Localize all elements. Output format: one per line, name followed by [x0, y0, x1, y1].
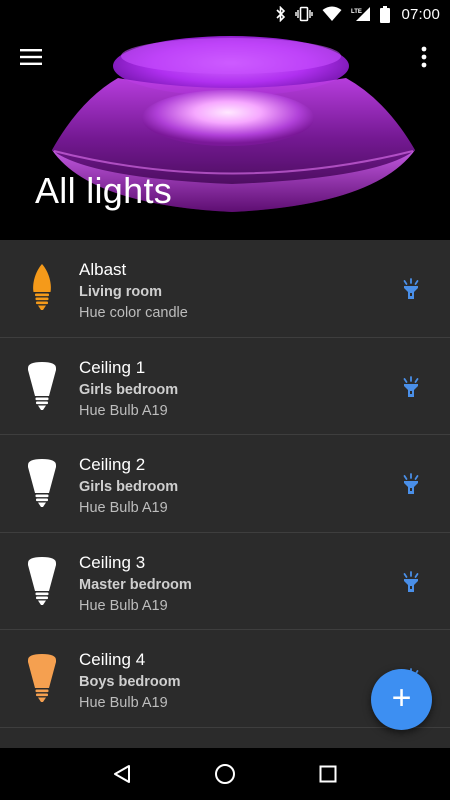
light-row-text: Albast Living room Hue color candle — [79, 260, 188, 323]
light-model: Hue Bulb A19 — [79, 597, 168, 614]
light-room: Master bedroom — [79, 576, 192, 593]
add-icon: + — [391, 679, 412, 717]
nav-home-button[interactable] — [201, 750, 249, 798]
light-room: Boys bedroom — [79, 674, 181, 690]
light-row-text: Ceiling 4 Boys bedroom Hue Bulb A19 — [79, 650, 181, 713]
flashlight-icon — [403, 570, 419, 592]
hamburger-menu-button[interactable] — [12, 38, 50, 76]
lte-signal-icon: LTE — [351, 7, 371, 21]
flashlight-icon — [403, 375, 419, 397]
light-room: Girls bedroom — [79, 381, 179, 398]
a19-bulb-icon — [28, 361, 56, 410]
flashlight-icon — [403, 278, 419, 299]
light-room: Living room — [79, 284, 162, 300]
bluetooth-icon — [276, 6, 286, 22]
light-room: Girls bedroom — [79, 479, 179, 495]
a19-bulb-icon — [28, 654, 56, 702]
flashlight-icon — [403, 473, 419, 494]
recents-icon — [319, 765, 337, 783]
status-time: 07:00 — [401, 5, 440, 23]
light-name: Albast — [79, 260, 127, 279]
overflow-menu-button[interactable] — [406, 38, 442, 76]
light-list: Albast Living room Hue color candle Ceiling… — [0, 240, 450, 748]
light-toggle-button[interactable] — [398, 276, 424, 302]
light-row[interactable]: Albast Living room Hue color candle — [0, 240, 450, 338]
candle-bulb-icon — [33, 264, 51, 310]
more-vert-icon — [421, 46, 427, 68]
light-row[interactable]: Ceiling 1 Girls bedroom Hue Bulb A19 — [0, 338, 450, 435]
light-model: Hue color candle — [79, 305, 188, 321]
light-toggle-button[interactable] — [398, 374, 424, 400]
hamburger-menu-icon — [20, 49, 42, 65]
light-name: Ceiling 1 — [79, 357, 146, 377]
light-model: Hue Bulb A19 — [79, 695, 168, 711]
light-row[interactable]: Ceiling 2 Girls bedroom Hue Bulb A19 — [0, 435, 450, 533]
nav-back-button[interactable] — [98, 750, 146, 798]
light-row-text: Ceiling 2 Girls bedroom Hue Bulb A19 — [79, 455, 178, 518]
a19-bulb-icon — [28, 459, 56, 507]
light-name: Ceiling 4 — [79, 650, 146, 669]
back-icon — [113, 765, 130, 783]
light-row-text: Ceiling 3 Master bedroom Hue Bulb A19 — [79, 553, 192, 616]
home-icon — [214, 764, 235, 784]
light-model: Hue Bulb A19 — [79, 500, 168, 516]
light-row[interactable]: Ceiling 3 Master bedroom Hue Bulb A19 — [0, 533, 450, 630]
lte-label: LTE — [351, 9, 362, 15]
light-name: Ceiling 3 — [79, 552, 146, 572]
light-model: Hue Bulb A19 — [79, 402, 168, 419]
nav-recents-button[interactable] — [304, 750, 352, 798]
system-navigation-bar — [0, 748, 450, 800]
vibrate-icon — [295, 6, 314, 22]
light-toggle-button[interactable] — [398, 471, 424, 497]
add-light-button[interactable]: + — [371, 669, 432, 730]
a19-bulb-icon — [28, 556, 56, 605]
header-hero: All lights — [0, 0, 450, 240]
page-title: All lights — [35, 170, 173, 211]
light-row-text: Ceiling 1 Girls bedroom Hue Bulb A19 — [79, 358, 178, 421]
light-name: Ceiling 2 — [79, 455, 146, 474]
battery-icon — [380, 5, 391, 23]
light-toggle-button[interactable] — [398, 569, 424, 595]
wifi-icon — [322, 6, 342, 21]
status-bar: LTE 07:00 — [0, 0, 450, 28]
